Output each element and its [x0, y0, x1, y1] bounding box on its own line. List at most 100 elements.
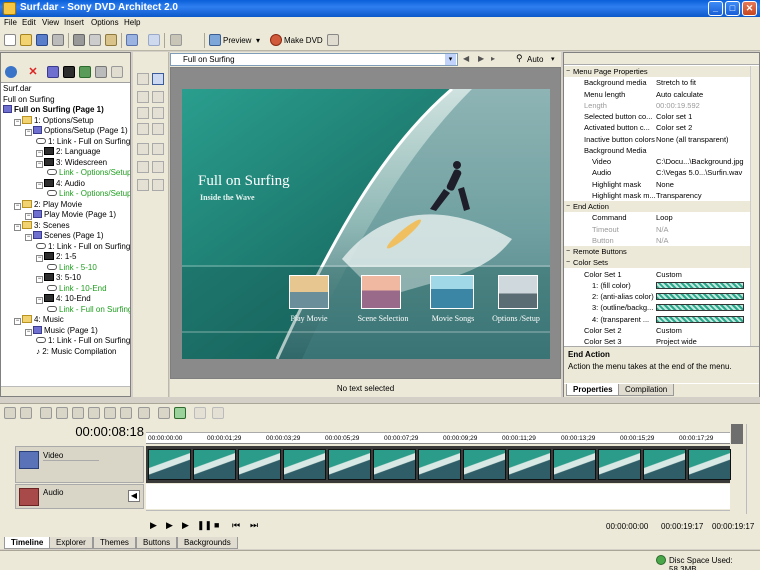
options-setup-thumbnail[interactable]	[498, 275, 538, 309]
copy-icon[interactable]	[89, 34, 101, 46]
redo-icon[interactable]	[148, 34, 160, 46]
tree-item[interactable]: − 3: Scenes	[14, 220, 70, 231]
tree-item[interactable]: − Options/Setup (Page 1)	[25, 126, 128, 136]
property-row[interactable]: Button N/A	[564, 235, 750, 246]
chevron-down-icon[interactable]: ▾	[445, 54, 456, 65]
tree-item[interactable]: Link - Options/Setup	[47, 168, 130, 178]
collapse-toggle-icon[interactable]: −	[566, 246, 570, 257]
video-track-header[interactable]: Video	[15, 446, 144, 483]
new-icon[interactable]	[4, 34, 16, 46]
unlock-icon[interactable]	[212, 407, 224, 419]
collapse-toggle-icon[interactable]: −	[14, 202, 21, 210]
snap-icon[interactable]	[4, 407, 16, 419]
property-value[interactable]: C:\Vegas 5.0...\Surfin.wav	[656, 167, 742, 178]
collapse-toggle-icon[interactable]: −	[25, 129, 32, 136]
tree-item[interactable]: − Scenes (Page 1)	[25, 231, 104, 241]
ripple-edit-icon[interactable]	[174, 407, 186, 419]
collapse-toggle-icon[interactable]: −	[14, 223, 21, 231]
collapse-toggle-icon[interactable]: −	[14, 318, 21, 325]
property-value[interactable]: None	[656, 179, 674, 190]
color-swatch[interactable]	[656, 315, 744, 323]
tree-item[interactable]: ♪ 2: Music Compilation	[36, 347, 116, 357]
align-left-icon[interactable]	[152, 91, 164, 103]
timeline-vertical-scrollbar[interactable]	[746, 424, 757, 514]
collapse-toggle-icon[interactable]: −	[36, 255, 43, 262]
color-swatch[interactable]	[656, 304, 744, 312]
help-pointer-icon[interactable]	[327, 34, 339, 46]
collapse-toggle-icon[interactable]: −	[36, 276, 43, 283]
align-right-icon[interactable]	[152, 123, 164, 135]
zoom-value[interactable]: Auto	[527, 55, 543, 64]
scene-selection-button[interactable]: Scene Selection	[346, 314, 420, 323]
property-row[interactable]: Command Loop	[564, 212, 750, 223]
preview-dropdown[interactable]: ▾	[256, 36, 260, 45]
page-back-icon[interactable]: ◀	[463, 54, 469, 63]
ruler-marker-bar[interactable]	[146, 424, 730, 433]
property-row[interactable]: Color Set 2 Custom	[564, 325, 750, 336]
movie-songs-button[interactable]: Movie Songs	[418, 314, 488, 323]
pause-icon[interactable]: ❚❚	[197, 520, 212, 531]
menu-view[interactable]: View	[42, 18, 59, 27]
save-icon[interactable]	[36, 34, 48, 46]
grid-tool-icon[interactable]	[152, 73, 164, 85]
property-category[interactable]: − End Action	[564, 201, 750, 212]
properties-icon[interactable]	[52, 34, 64, 46]
property-row[interactable]: Audio C:\Vegas 5.0...\Surfin.wav	[564, 167, 750, 178]
property-row[interactable]: Background media Stretch to fit	[564, 77, 750, 88]
collapse-toggle-icon[interactable]: −	[25, 328, 32, 336]
property-row[interactable]: Background Media	[564, 145, 750, 156]
zoom-dropdown-icon[interactable]: ▾	[551, 55, 555, 63]
property-row[interactable]: 4: (transparent ...	[564, 314, 750, 325]
tree-item[interactable]: Link - Options/Setup	[47, 189, 130, 199]
trim-icon[interactable]	[138, 407, 150, 419]
go-to-end-icon[interactable]: ⏭	[250, 520, 258, 531]
close-button[interactable]: ✕	[742, 1, 757, 16]
paste-clip-icon[interactable]	[104, 407, 116, 419]
delete-clip-icon[interactable]	[120, 407, 132, 419]
property-value[interactable]: Color set 2	[656, 122, 692, 133]
center-horizontal-icon[interactable]	[152, 179, 164, 191]
property-value[interactable]: Auto calculate	[656, 89, 703, 100]
property-row[interactable]: 2: (anti-alias color)	[564, 291, 750, 302]
play-icon[interactable]: ▶	[182, 520, 189, 531]
open-icon[interactable]	[20, 34, 32, 46]
distribute-horizontal-icon[interactable]	[152, 143, 164, 155]
play-from-start-icon[interactable]: ▶	[166, 520, 173, 531]
play-movie-thumbnail[interactable]	[289, 275, 329, 309]
copy-clip-icon[interactable]	[88, 407, 100, 419]
color-swatch[interactable]	[656, 293, 744, 300]
tab-explorer[interactable]: Explorer	[49, 537, 93, 549]
project-tree[interactable]: Surf.dar Full on Surfing Full on Surfing (…	[1, 84, 130, 396]
cut-icon[interactable]	[73, 34, 85, 46]
tab-buttons[interactable]: Buttons	[136, 537, 178, 549]
tree-item[interactable]: − 1: Options/Setup	[14, 115, 94, 126]
preview-icon[interactable]	[209, 34, 221, 46]
tree-item[interactable]: − 2: Language	[36, 147, 101, 157]
audio-track[interactable]	[146, 484, 730, 509]
menu-insert[interactable]: Insert	[64, 18, 84, 27]
properties-scrollbar[interactable]	[750, 66, 759, 346]
property-row[interactable]: 3: (outline/backg...	[564, 302, 750, 313]
property-category[interactable]: − Color Sets	[564, 257, 750, 269]
collapse-toggle-icon[interactable]: −	[36, 181, 43, 189]
tree-item[interactable]: Link - 10-End	[47, 284, 107, 294]
insert-video-icon[interactable]	[63, 66, 75, 78]
loop-icon[interactable]: ▶	[150, 520, 157, 531]
property-value[interactable]: Transparency	[656, 190, 702, 201]
tab-properties[interactable]: Properties	[566, 384, 620, 396]
property-row[interactable]: Activated button c... Color set 2	[564, 122, 750, 133]
make-dvd-icon[interactable]	[270, 34, 282, 46]
property-row[interactable]: Length 00:00:19.592	[564, 100, 750, 111]
insert-menu-icon[interactable]	[47, 66, 59, 78]
menu-preview[interactable]: Full on Surfing Inside the Wave Play Mov…	[182, 89, 550, 359]
property-value[interactable]: Color set 1	[656, 111, 692, 122]
tree-item[interactable]: − 2: Play Movie	[14, 199, 82, 210]
tree-item[interactable]: 1: Link - Full on Surfing	[36, 336, 130, 346]
property-row[interactable]: 1: (fill color)	[564, 280, 750, 291]
page-new-icon[interactable]: ▸	[491, 54, 495, 63]
align-top-icon[interactable]	[137, 91, 149, 103]
tree-item[interactable]: − Music (Page 1)	[25, 325, 98, 336]
property-row[interactable]: Video C:\Docu...\Background.jpg	[564, 156, 750, 167]
insert-music-icon[interactable]	[79, 66, 91, 78]
menu-file[interactable]: File	[4, 18, 17, 27]
